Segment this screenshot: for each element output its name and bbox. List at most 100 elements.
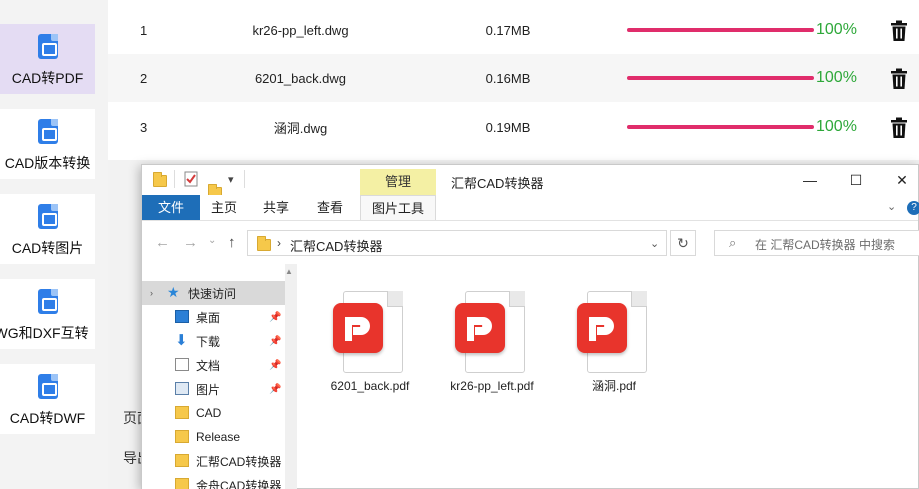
address-input[interactable]: › 汇帮CAD转换器 ⌄ xyxy=(247,230,667,256)
up-icon[interactable]: ↑ xyxy=(228,234,236,251)
address-dropdown-icon[interactable]: ⌄ xyxy=(650,237,659,250)
picture-icon xyxy=(175,382,189,395)
nav-item-desktop[interactable]: 桌面 📌 xyxy=(142,305,285,329)
expand-icon[interactable]: › xyxy=(150,288,153,298)
sidebar-item-label: CAD转DWF xyxy=(9,410,86,426)
file-size: 0.16MB xyxy=(485,70,531,86)
window-title: 汇帮CAD转换器 xyxy=(451,176,544,191)
file-label: kr26-pp_left.pdf xyxy=(450,379,534,393)
search-input[interactable]: ⌕ 在 汇帮CAD转换器 中搜索 xyxy=(714,230,919,256)
help-icon[interactable]: ? xyxy=(907,201,919,215)
nav-scrollbar[interactable] xyxy=(285,264,297,489)
ribbon-tabs: 文件 主页 共享 查看 图片工具 ⌄ ? xyxy=(142,195,919,221)
folder-icon xyxy=(175,406,189,419)
pin-icon[interactable]: 📌 xyxy=(269,360,281,371)
nav-label: 下载 xyxy=(196,334,221,349)
trash-icon[interactable] xyxy=(890,20,908,42)
file-name: kr26-pp_left.dwg xyxy=(252,22,349,38)
maximize-button[interactable]: ☐ xyxy=(833,165,879,195)
navigation-pane: ▲ › ★ 快速访问 桌面 📌 ⬇ 下载 📌 文档 📌 图片 📌 CAD Rel… xyxy=(142,264,297,489)
nav-label: Release xyxy=(196,430,241,444)
dwg-dxf-icon xyxy=(35,289,61,315)
sidebar-item-label: CAD转图片 xyxy=(11,240,84,256)
cad-to-dwf-icon xyxy=(35,374,61,400)
nav-label: 桌面 xyxy=(196,310,221,325)
desktop-icon xyxy=(175,310,189,323)
tab-file[interactable]: 文件 xyxy=(142,195,200,220)
file-explorer-window: ▾ 管理 汇帮CAD转换器 — ☐ ✕ 文件 主页 共享 查看 图片工具 ⌄ ?… xyxy=(141,164,919,489)
nav-item-release[interactable]: Release xyxy=(142,425,285,449)
folder-icon xyxy=(257,236,271,251)
tab-manage[interactable]: 管理 xyxy=(360,169,436,195)
nav-item-quick-access[interactable]: › ★ 快速访问 xyxy=(142,281,285,305)
folder-icon xyxy=(175,478,189,489)
sidebar-item-label: CAD转PDF xyxy=(11,70,84,86)
tab-share[interactable]: 共享 xyxy=(256,195,296,220)
address-bar: ← → ⌄ ↑ › 汇帮CAD转换器 ⌄ ↻ ⌕ 在 汇帮CAD转换器 中搜索 xyxy=(142,222,919,264)
file-tile[interactable]: 6201_back.pdf xyxy=(320,291,420,394)
nav-label: 快速访问 xyxy=(188,286,237,301)
row-index: 2 xyxy=(140,70,148,86)
scroll-up-icon[interactable]: ▲ xyxy=(285,267,293,276)
file-label: 6201_back.pdf xyxy=(330,379,410,393)
table-row: 1 kr26-pp_left.dwg 0.17MB 100% xyxy=(108,6,919,54)
nav-item-jinzhou-cad[interactable]: 金舟CAD转换器 xyxy=(142,473,285,489)
back-icon[interactable]: ← xyxy=(155,234,170,251)
progress-bar xyxy=(627,125,814,129)
pdf-file-icon xyxy=(333,291,407,375)
table-row: 2 6201_back.dwg 0.16MB 100% xyxy=(108,54,919,102)
pdf-file-icon xyxy=(577,291,651,375)
search-placeholder: 在 汇帮CAD转换器 中搜索 xyxy=(755,238,896,252)
file-size: 0.19MB xyxy=(485,119,531,135)
folder-icon xyxy=(153,172,167,187)
document-icon xyxy=(175,358,189,371)
tab-view[interactable]: 查看 xyxy=(310,195,350,220)
file-table: 1 kr26-pp_left.dwg 0.17MB 100% 2 6201_ba… xyxy=(108,0,919,160)
expand-ribbon-icon[interactable]: ⌄ xyxy=(887,200,896,213)
pin-icon[interactable]: 📌 xyxy=(269,384,281,395)
sidebar-item-dwg-dxf-convert[interactable]: DWG和DXF互转 xyxy=(0,279,95,349)
folder-icon xyxy=(175,454,189,467)
nav-label: CAD xyxy=(196,406,222,420)
nav-item-huibang-cad[interactable]: 汇帮CAD转换器 xyxy=(142,449,285,473)
nav-item-documents[interactable]: 文档 📌 xyxy=(142,353,285,377)
cad-to-image-icon xyxy=(35,204,61,230)
cad-version-icon xyxy=(35,119,61,145)
search-icon: ⌕ xyxy=(729,235,737,250)
close-button[interactable]: ✕ xyxy=(879,165,919,195)
tab-picture-tools[interactable]: 图片工具 xyxy=(360,195,436,220)
nav-item-pictures[interactable]: 图片 📌 xyxy=(142,377,285,401)
address-path: 汇帮CAD转换器 xyxy=(290,239,383,254)
nav-label: 文档 xyxy=(196,358,221,373)
recent-locations-icon[interactable]: ⌄ xyxy=(208,235,216,246)
refresh-button[interactable]: ↻ xyxy=(670,230,696,256)
progress-percent: 100% xyxy=(816,118,857,135)
minimize-button[interactable]: — xyxy=(787,165,833,195)
table-row: 3 涵洞.dwg 0.19MB 100% xyxy=(108,103,919,151)
pin-icon[interactable]: 📌 xyxy=(269,312,281,323)
nav-item-cad[interactable]: CAD xyxy=(142,401,285,425)
file-tile[interactable]: 涵洞.pdf xyxy=(564,291,664,394)
sidebar-item-cad-to-image[interactable]: CAD转图片 xyxy=(0,194,95,264)
pin-icon[interactable]: 📌 xyxy=(269,336,281,347)
nav-label: 汇帮CAD转换器 xyxy=(196,454,282,469)
sidebar-item-label: DWG和DXF互转 xyxy=(0,325,89,341)
forward-icon[interactable]: → xyxy=(183,234,198,251)
properties-icon[interactable] xyxy=(184,171,198,187)
file-tile[interactable]: kr26-pp_left.pdf xyxy=(442,291,542,394)
sidebar-item-cad-to-dwf[interactable]: CAD转DWF xyxy=(0,364,95,434)
progress-bar xyxy=(627,28,814,32)
file-name: 涵洞.dwg xyxy=(273,120,328,136)
progress-bar xyxy=(627,76,814,80)
trash-icon[interactable] xyxy=(890,117,908,139)
nav-item-downloads[interactable]: ⬇ 下载 📌 xyxy=(142,329,285,353)
sidebar-item-cad-version-convert[interactable]: CAD版本转换 xyxy=(0,109,95,179)
tab-home[interactable]: 主页 xyxy=(204,195,244,220)
trash-icon[interactable] xyxy=(890,68,908,90)
pdf-file-icon xyxy=(455,291,529,375)
customize-toolbar-icon[interactable]: ▾ xyxy=(228,173,234,186)
folder-icon xyxy=(175,430,189,443)
nav-label: 金舟CAD转换器 xyxy=(196,478,282,489)
sidebar-item-cad-to-pdf[interactable]: CAD转PDF xyxy=(0,24,95,94)
star-icon: ★ xyxy=(167,284,180,300)
